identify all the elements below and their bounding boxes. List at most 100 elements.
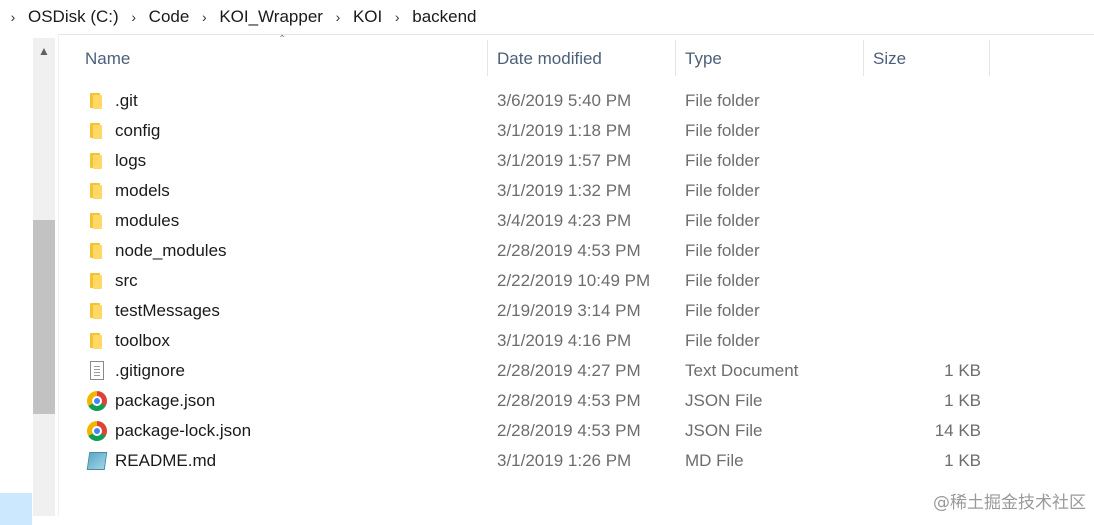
file-row[interactable]: logs 3/1/2019 1:57 PM File folder [75, 146, 1094, 176]
column-header-type[interactable]: Type [675, 40, 863, 78]
file-type: File folder [685, 241, 760, 260]
file-date-modified: 3/1/2019 1:57 PM [497, 151, 632, 170]
file-date-modified: 2/28/2019 4:27 PM [497, 361, 641, 380]
folder-icon [87, 211, 107, 231]
file-name: .gitignore [115, 361, 185, 380]
file-date-modified: 3/6/2019 5:40 PM [497, 91, 632, 110]
file-name: src [115, 271, 138, 290]
file-size: 1 KB [944, 361, 981, 380]
file-name: models [115, 181, 170, 200]
file-size [865, 296, 981, 326]
file-type: File folder [685, 301, 760, 320]
file-name: logs [115, 151, 147, 170]
file-size: 1 KB [944, 451, 981, 470]
folder-icon [87, 121, 107, 141]
file-name: modules [115, 211, 180, 230]
file-size [865, 326, 981, 356]
file-name: testMessages [115, 301, 220, 320]
file-row[interactable]: README.md 3/1/2019 1:26 PM MD File 1 KB [75, 446, 1094, 476]
file-size [865, 86, 981, 116]
file-type: File folder [685, 211, 760, 230]
chevron-right-icon[interactable]: › [0, 9, 26, 25]
file-name: package.json [115, 391, 216, 410]
file-size [865, 146, 981, 176]
file-name: config [115, 121, 161, 140]
breadcrumb-item[interactable]: Code [147, 7, 192, 27]
watermark: @稀土掘金技术社区 [933, 493, 1086, 513]
scroll-up-arrow-icon[interactable]: ▲ [33, 42, 55, 60]
file-size [865, 236, 981, 266]
chevron-right-icon[interactable]: › [121, 9, 147, 25]
file-row[interactable]: .gitignore 2/28/2019 4:27 PM Text Document… [75, 356, 1094, 386]
file-row[interactable]: models 3/1/2019 1:32 PM File folder [75, 176, 1094, 206]
file-date-modified: 3/1/2019 4:16 PM [497, 331, 632, 350]
file-type: MD File [685, 451, 744, 470]
file-date-modified: 3/1/2019 1:32 PM [497, 181, 632, 200]
chevron-right-icon[interactable]: › [384, 9, 410, 25]
text-document-icon [87, 361, 107, 381]
file-name: .git [115, 91, 138, 110]
file-row[interactable]: modules 3/4/2019 4:23 PM File folder [75, 206, 1094, 236]
file-date-modified: 2/28/2019 4:53 PM [497, 391, 641, 410]
column-header-size[interactable]: Size [863, 40, 989, 78]
file-size [865, 206, 981, 236]
file-type: JSON File [685, 391, 763, 410]
file-name: package-lock.json [115, 421, 252, 440]
navigation-scrollbar[interactable]: ▲ [33, 38, 55, 516]
file-size [865, 266, 981, 296]
file-type: File folder [685, 121, 760, 140]
file-date-modified: 2/22/2019 10:49 PM [497, 271, 651, 290]
chrome-icon [87, 391, 107, 411]
address-bar[interactable]: › OSDisk (C:) › Code › KOI_Wrapper › KOI › backen… [0, 0, 1094, 35]
chrome-icon [87, 421, 107, 441]
file-type: File folder [685, 181, 760, 200]
breadcrumb-item[interactable]: KOI [351, 7, 384, 27]
file-row[interactable]: node_modules 2/28/2019 4:53 PM File folder [75, 236, 1094, 266]
folder-icon [87, 301, 107, 321]
file-size [865, 176, 981, 206]
file-row[interactable]: .git 3/6/2019 5:40 PM File folder [75, 86, 1094, 116]
file-name: toolbox [115, 331, 170, 350]
file-date-modified: 3/4/2019 4:23 PM [497, 211, 632, 230]
file-date-modified: 2/28/2019 4:53 PM [497, 241, 641, 260]
column-headers: ⌃ Name Date modified Type Size [75, 34, 1094, 78]
column-header-date[interactable]: Date modified [487, 40, 675, 78]
file-row[interactable]: src 2/22/2019 10:49 PM File folder [75, 266, 1094, 296]
file-type: JSON File [685, 421, 763, 440]
file-row[interactable]: toolbox 3/1/2019 4:16 PM File folder [75, 326, 1094, 356]
file-list: .git 3/6/2019 5:40 PM File folder config 3/1… [75, 86, 1094, 476]
markdown-file-icon [86, 451, 108, 471]
scrollbar-thumb[interactable] [33, 220, 55, 414]
chevron-right-icon[interactable]: › [325, 9, 351, 25]
column-header-name[interactable]: Name [75, 40, 487, 78]
file-row[interactable]: package.json 2/28/2019 4:53 PM JSON File 1 … [75, 386, 1094, 416]
folder-icon [87, 151, 107, 171]
folder-icon [87, 331, 107, 351]
folder-icon [87, 91, 107, 111]
file-name: node_modules [115, 241, 227, 260]
column-divider[interactable] [989, 40, 990, 76]
file-type: File folder [685, 271, 760, 290]
breadcrumb: › OSDisk (C:) › Code › KOI_Wrapper › KOI › backen… [0, 0, 479, 34]
file-date-modified: 3/1/2019 1:26 PM [497, 451, 632, 470]
nav-selected-item[interactable] [0, 493, 32, 525]
file-type: Text Document [685, 361, 799, 380]
file-size [865, 116, 981, 146]
file-type: File folder [685, 151, 760, 170]
file-row[interactable]: package-lock.json 2/28/2019 4:53 PM JSON F… [75, 416, 1094, 446]
chevron-right-icon[interactable]: › [191, 9, 217, 25]
file-row[interactable]: testMessages 2/19/2019 3:14 PM File folder [75, 296, 1094, 326]
file-row[interactable]: config 3/1/2019 1:18 PM File folder [75, 116, 1094, 146]
file-name: README.md [115, 451, 217, 470]
file-date-modified: 2/28/2019 4:53 PM [497, 421, 641, 440]
file-date-modified: 3/1/2019 1:18 PM [497, 121, 632, 140]
file-type: File folder [685, 331, 760, 350]
folder-icon [87, 241, 107, 261]
breadcrumb-item[interactable]: OSDisk (C:) [26, 7, 121, 27]
folder-icon [87, 181, 107, 201]
file-size: 14 KB [934, 421, 981, 440]
breadcrumb-item[interactable]: backend [410, 7, 478, 27]
breadcrumb-item[interactable]: KOI_Wrapper [217, 7, 325, 27]
folder-icon [87, 271, 107, 291]
file-type: File folder [685, 91, 760, 110]
